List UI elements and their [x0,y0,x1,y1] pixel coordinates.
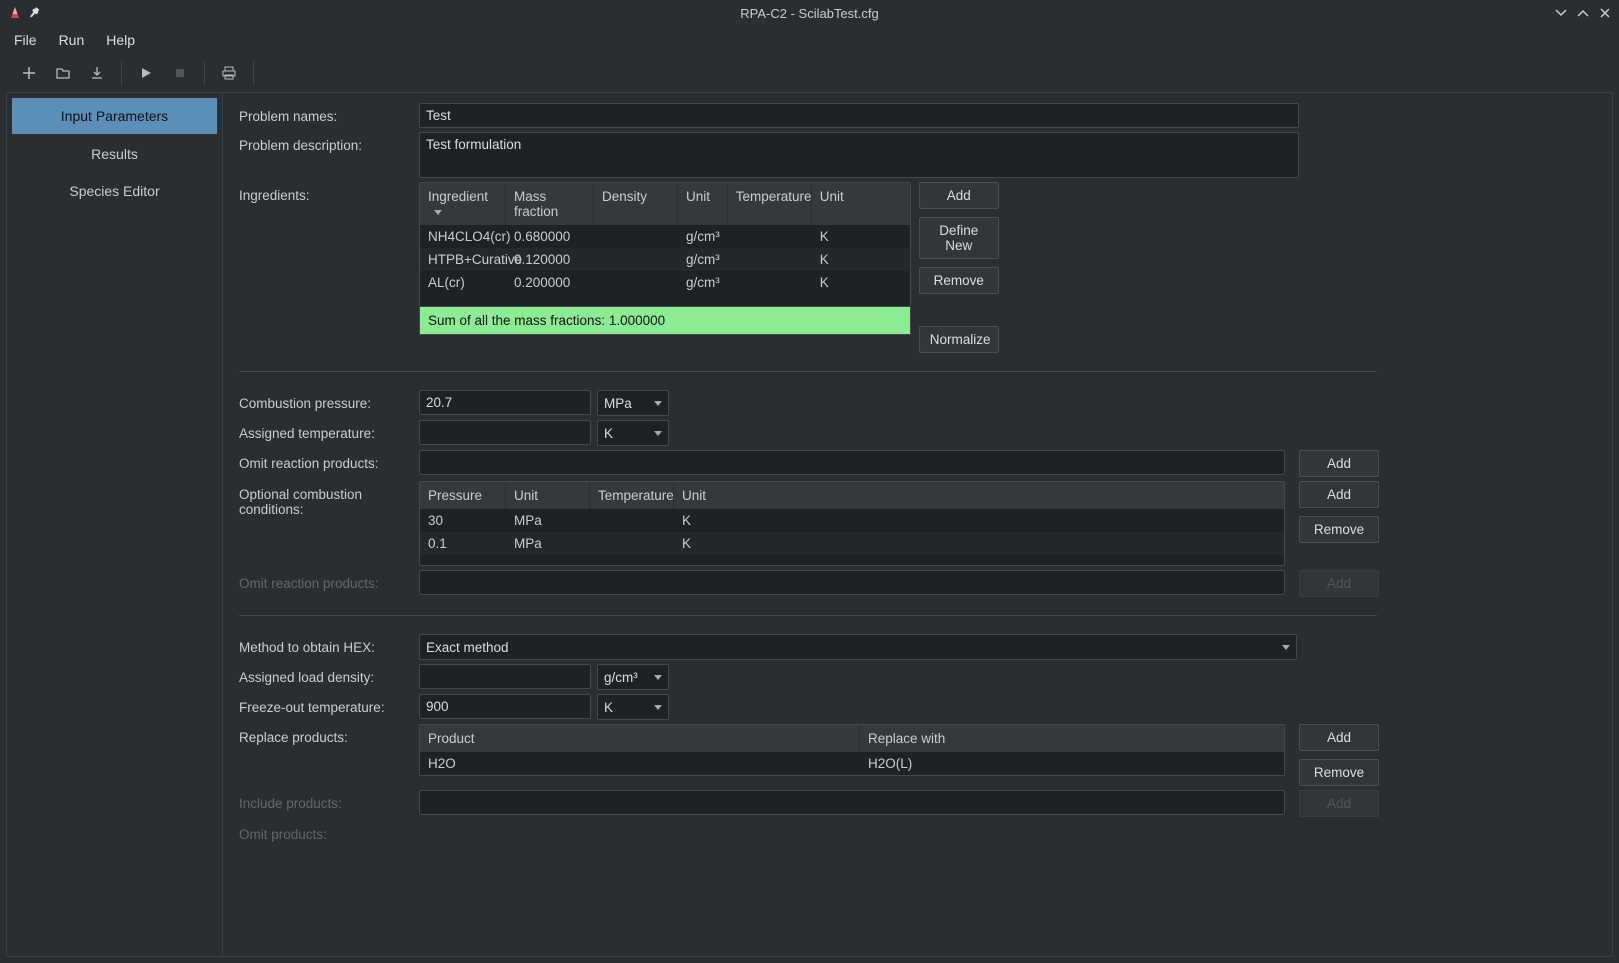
th-unit2[interactable]: Unit [812,183,910,225]
assigned-load-density-input[interactable] [419,664,591,689]
normalize-button[interactable]: Normalize [919,326,999,353]
run-icon[interactable] [131,59,161,87]
chevron-down-icon [1282,645,1290,650]
label-ingredients: Ingredients: [239,182,419,203]
th-pressure[interactable]: Pressure [420,482,506,509]
label-problem-description: Problem description: [239,132,419,153]
label-freeze-out-temperature: Freeze-out temperature: [239,694,419,715]
table-row[interactable]: NH4CLO4(cr)0.680000g/cm³K [420,225,910,248]
table-row[interactable]: H2OH2O(L) [420,752,1284,775]
close-icon[interactable] [1599,7,1611,19]
divider [239,371,1377,372]
freeze-out-temperature-unit-select[interactable]: K [597,694,669,720]
chevron-down-icon [654,401,662,406]
label-optional-conditions: Optional combustion conditions: [239,481,419,517]
menu-help[interactable]: Help [106,32,135,48]
label-replace-products: Replace products: [239,724,419,745]
print-icon[interactable] [214,59,244,87]
label-omit-reaction-products-2: Omit reaction products: [239,570,419,591]
add-condition-button[interactable]: Add [1299,481,1379,508]
tab-species-editor[interactable]: Species Editor [11,173,218,209]
add-omit-product-button[interactable]: Add [1299,450,1379,477]
assigned-temperature-input[interactable] [419,420,591,445]
th-temperature[interactable]: Temperature [590,482,674,509]
open-folder-icon[interactable] [48,59,78,87]
menu-bar: File Run Help [0,26,1619,54]
toolbar-separator [253,61,254,85]
th-unit2[interactable]: Unit [674,482,1284,509]
combustion-pressure-input[interactable] [419,390,591,415]
chevron-down-icon [654,431,662,436]
th-unit[interactable]: Unit [678,183,728,225]
table-row[interactable]: 0.1MPaK [420,532,1284,555]
title-bar: RPA-C2 - ScilabTest.cfg [0,0,1619,26]
freeze-out-temperature-input[interactable] [419,694,591,719]
combustion-pressure-unit-select[interactable]: MPa [597,390,669,416]
stop-icon [165,59,195,87]
problem-description-input[interactable]: Test formulation [419,132,1299,178]
assigned-load-density-unit-select[interactable]: g/cm³ [597,664,669,690]
ingredients-table[interactable]: Ingredient Mass fraction Density Unit Te… [419,182,911,307]
minimize-icon[interactable] [1555,7,1567,19]
th-ingredient[interactable]: Ingredient [428,189,488,204]
toolbar [0,54,1619,92]
include-products-input [419,790,1285,815]
remove-replace-button[interactable]: Remove [1299,759,1379,786]
label-omit-reaction-products: Omit reaction products: [239,450,419,471]
toolbar-separator [121,61,122,85]
replace-products-table[interactable]: Product Replace with H2OH2O(L) [419,724,1285,776]
label-assigned-temperature: Assigned temperature: [239,420,419,441]
omit-reaction-products-input[interactable] [419,450,1285,475]
menu-run[interactable]: Run [59,32,85,48]
app-icon [8,6,22,20]
window-title: RPA-C2 - ScilabTest.cfg [0,6,1619,21]
th-product[interactable]: Product [420,725,860,752]
conditions-table[interactable]: Pressure Unit Temperature Unit 30MPaK0.1… [419,481,1285,566]
chevron-down-icon [654,675,662,680]
chevron-down-icon [434,210,442,215]
th-mass-fraction[interactable]: Mass fraction [506,183,594,225]
label-combustion-pressure: Combustion pressure: [239,390,419,411]
table-row[interactable]: HTPB+Curative0.120000g/cm³K [420,248,910,271]
label-method-hex: Method to obtain HEX: [239,634,419,655]
label-problem-names: Problem names: [239,103,419,124]
th-temperature[interactable]: Temperature [728,183,812,225]
content-panel: Problem names: Problem description: Test… [223,93,1612,956]
divider [239,615,1377,616]
add-ingredient-button[interactable]: Add [919,182,999,209]
maximize-icon[interactable] [1577,7,1589,19]
add-omit-product-button-2: Add [1299,570,1379,597]
table-row[interactable]: 30MPaK [420,509,1284,532]
tab-input-parameters[interactable]: Input Parameters [11,97,218,135]
sidebar: Input Parameters Results Species Editor [7,93,223,956]
menu-file[interactable]: File [14,32,37,48]
method-hex-select[interactable]: Exact method [419,634,1297,660]
add-replace-button[interactable]: Add [1299,724,1379,751]
table-row[interactable]: AL(cr)0.200000g/cm³K [420,271,910,294]
label-omit-products: Omit products: [239,821,419,842]
save-download-icon[interactable] [82,59,112,87]
add-include-product-button: Add [1299,790,1379,817]
remove-ingredient-button[interactable]: Remove [919,267,999,294]
chevron-down-icon [654,705,662,710]
omit-reaction-products-input-2 [419,570,1285,595]
toolbar-separator [204,61,205,85]
label-assigned-load-density: Assigned load density: [239,664,419,685]
th-unit[interactable]: Unit [506,482,590,509]
assigned-temperature-unit-select[interactable]: K [597,420,669,446]
label-include-products: Include products: [239,790,419,811]
th-density[interactable]: Density [594,183,678,225]
problem-names-input[interactable] [419,103,1299,128]
define-new-button[interactable]: Define New [919,217,999,259]
new-file-icon[interactable] [14,59,44,87]
th-replace-with[interactable]: Replace with [860,725,1284,752]
remove-condition-button[interactable]: Remove [1299,516,1379,543]
tab-results[interactable]: Results [11,136,218,172]
pin-icon[interactable] [26,5,43,22]
mass-fraction-sum: Sum of all the mass fractions: 1.000000 [419,307,911,335]
